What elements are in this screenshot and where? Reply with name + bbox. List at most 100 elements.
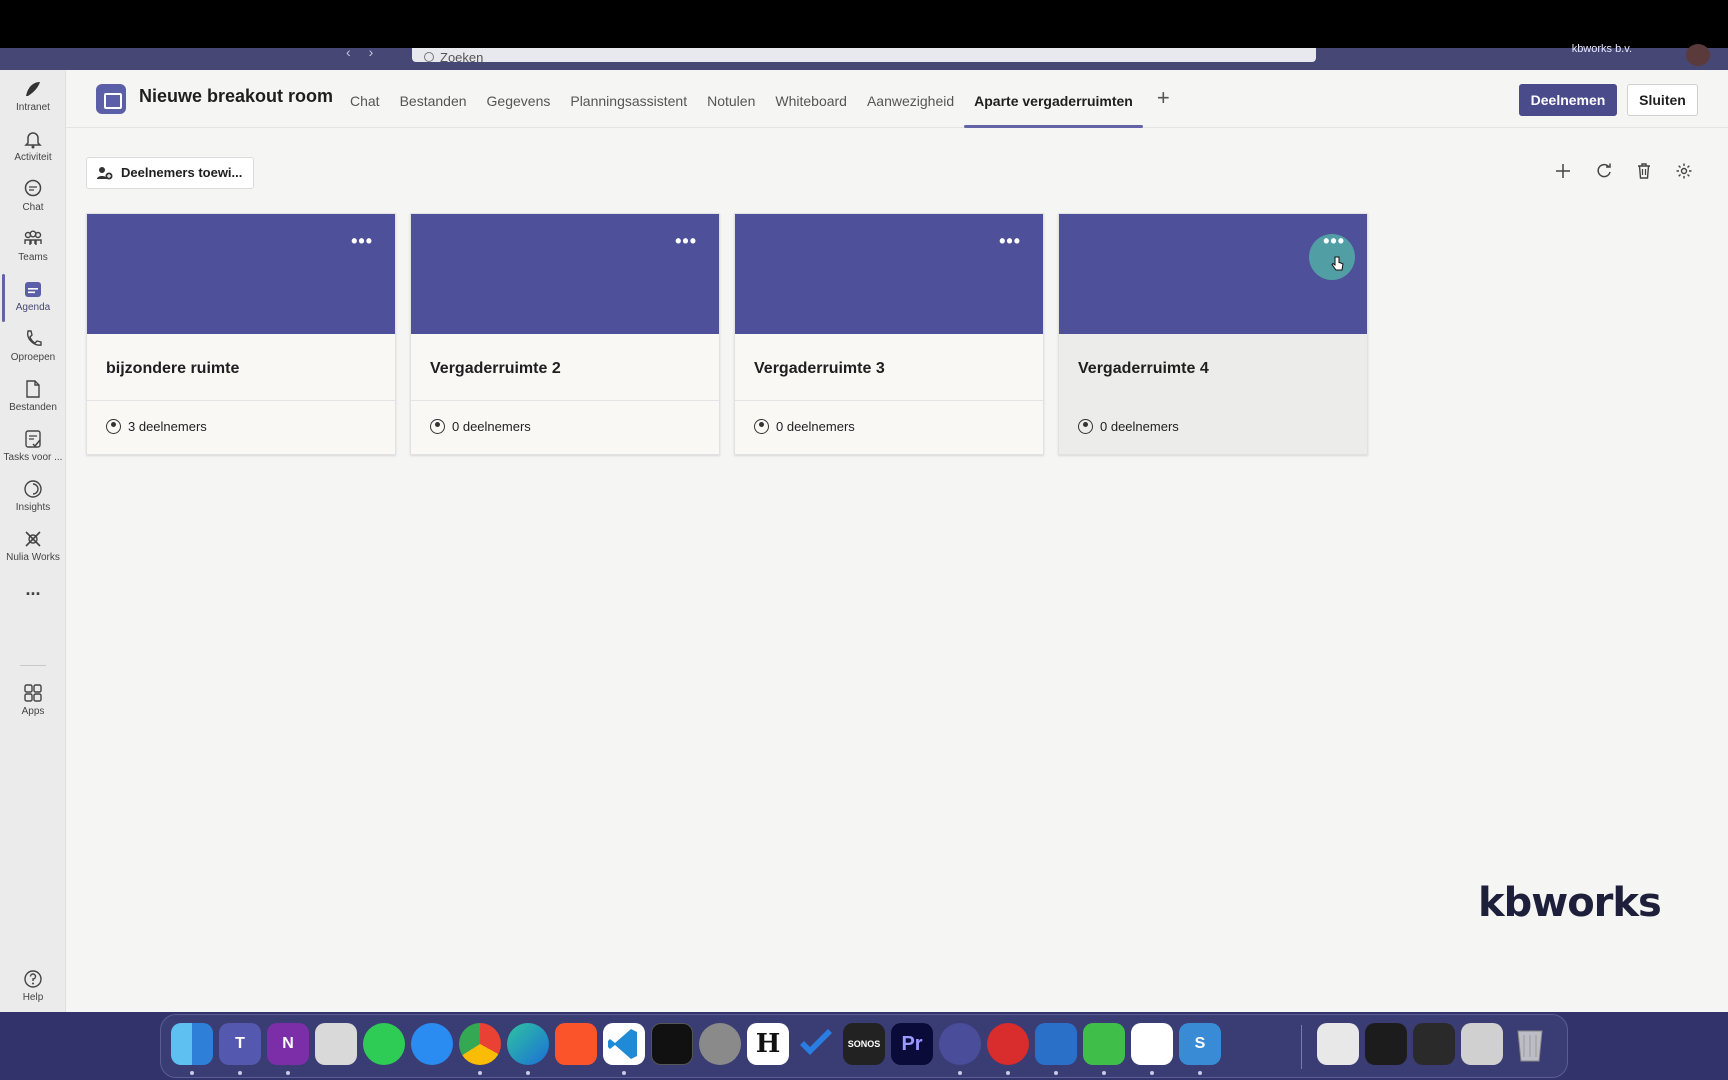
rail-item-intranet[interactable]: Intranet — [0, 78, 66, 128]
finder-icon[interactable] — [171, 1023, 213, 1065]
back-arrow-icon[interactable]: ‹ — [346, 44, 351, 60]
hand-cursor-icon — [1331, 256, 1344, 271]
add-room-button[interactable] — [1550, 158, 1576, 184]
sonos-icon[interactable]: SONOS — [843, 1023, 885, 1065]
refresh-icon — [1597, 163, 1611, 178]
github-desktop-icon[interactable] — [939, 1023, 981, 1065]
tab-breakout-rooms[interactable]: Aparte vergaderruimten — [964, 70, 1143, 128]
system-preferences-icon[interactable] — [699, 1023, 741, 1065]
chrome-icon[interactable] — [459, 1023, 501, 1065]
remote-desktop-icon[interactable] — [987, 1023, 1029, 1065]
rail-label: Agenda — [15, 302, 51, 313]
room-card[interactable]: ••• Vergaderruimte 2 0 deelnemers — [410, 213, 720, 455]
window-thumbnail-icon[interactable] — [1413, 1023, 1455, 1065]
rail-item-apps[interactable]: Apps — [0, 682, 66, 732]
recreate-rooms-button[interactable] — [1591, 158, 1617, 184]
tab-bar: Chat Bestanden Gegevens Planningsassiste… — [340, 70, 1184, 128]
assign-participants-label: Deelnemers toewi... — [121, 165, 243, 180]
gear-icon — [1676, 163, 1692, 179]
onenote-icon[interactable]: N — [267, 1023, 309, 1065]
window-thumbnail-icon[interactable] — [1365, 1023, 1407, 1065]
app-icon[interactable] — [1131, 1023, 1173, 1065]
premiere-icon[interactable]: Pr — [891, 1023, 933, 1065]
trash-bin-icon[interactable] — [1509, 1023, 1551, 1065]
rail-more-button[interactable]: ... — [0, 580, 66, 632]
edge-icon[interactable] — [507, 1023, 549, 1065]
teams-app-icon[interactable]: T — [219, 1023, 261, 1065]
rail-item-nulia[interactable]: Nulia Works — [0, 528, 66, 578]
terminal-icon[interactable] — [651, 1023, 693, 1065]
calendar-icon — [25, 282, 41, 297]
rail-item-agenda[interactable]: Agenda — [0, 274, 66, 328]
divider — [1059, 400, 1367, 401]
rail-label: Bestanden — [9, 402, 57, 413]
tab-chat[interactable]: Chat — [340, 70, 390, 128]
tab-attendance[interactable]: Aanwezigheid — [857, 70, 964, 128]
whatsapp-icon[interactable] — [363, 1023, 405, 1065]
participants-count: 0 deelnemers — [1100, 419, 1179, 434]
search-input[interactable]: Zoeken — [412, 48, 1316, 62]
hemingway-icon[interactable]: H — [747, 1023, 789, 1065]
assign-participants-button[interactable]: Deelnemers toewi... — [86, 157, 254, 189]
room-more-options-icon[interactable]: ••• — [999, 232, 1021, 250]
forward-arrow-icon[interactable]: › — [369, 44, 374, 60]
room-more-options-icon[interactable]: ••• — [675, 232, 697, 250]
history-nav[interactable]: ‹ › — [346, 45, 391, 59]
brave-icon[interactable] — [555, 1023, 597, 1065]
kbworks-logo: kbworks — [1478, 880, 1662, 926]
rail-item-activity[interactable]: Activiteit — [0, 128, 66, 178]
running-indicator — [958, 1071, 962, 1075]
camtasia-icon[interactable] — [1083, 1023, 1125, 1065]
rail-item-insights[interactable]: Insights — [0, 478, 66, 528]
tab-notes[interactable]: Notulen — [697, 70, 765, 128]
vscode-icon[interactable] — [603, 1023, 645, 1065]
room-settings-button[interactable] — [1671, 158, 1697, 184]
participants-count: 0 deelnemers — [452, 419, 531, 434]
running-indicator — [622, 1071, 626, 1075]
person-icon — [106, 419, 121, 434]
rail-item-tasks[interactable]: Tasks voor ... — [0, 428, 66, 478]
document-thumbnail-icon[interactable] — [1317, 1023, 1359, 1065]
room-more-options-icon[interactable]: ••• — [351, 232, 373, 250]
participants-count: 0 deelnemers — [776, 419, 855, 434]
window-thumbnail-icon[interactable] — [1461, 1023, 1503, 1065]
close-button[interactable]: Sluiten — [1627, 84, 1698, 116]
join-button[interactable]: Deelnemen — [1519, 84, 1617, 116]
room-name: Vergaderruimte 3 — [754, 360, 885, 377]
safari-icon[interactable] — [411, 1023, 453, 1065]
s-app-icon[interactable]: S — [1179, 1023, 1221, 1065]
rail-label: Insights — [15, 502, 51, 513]
rail-label: Chat — [22, 202, 44, 213]
tab-scheduling-assistant[interactable]: Planningsassistent — [560, 70, 697, 128]
rail-item-files[interactable]: Bestanden — [0, 378, 66, 428]
person-icon — [754, 419, 769, 434]
tab-details[interactable]: Gegevens — [477, 70, 561, 128]
help-icon — [24, 970, 42, 988]
running-indicator — [478, 1071, 482, 1075]
bell-icon — [24, 132, 42, 149]
todo-icon[interactable] — [795, 1023, 837, 1065]
launchpad-icon[interactable] — [315, 1023, 357, 1065]
add-tab-button[interactable]: + — [1143, 70, 1184, 128]
rail-item-teams[interactable]: Teams — [0, 228, 66, 278]
rail-item-help[interactable]: Help — [0, 968, 66, 1018]
rail-label: Intranet — [16, 102, 50, 113]
tab-whiteboard[interactable]: Whiteboard — [765, 70, 857, 128]
running-indicator — [526, 1071, 530, 1075]
tab-files[interactable]: Bestanden — [390, 70, 477, 128]
delete-rooms-button[interactable] — [1631, 158, 1657, 184]
trash-icon — [1638, 163, 1650, 179]
nulia-icon — [25, 531, 41, 547]
avatar[interactable] — [1686, 44, 1710, 66]
room-more-options-icon[interactable]: ••• — [1323, 232, 1345, 250]
teams-app: Intranet Activiteit Chat Teams Agenda Op… — [0, 70, 1728, 1012]
room-card[interactable]: ••• bijzondere ruimte 3 deelnemers — [86, 213, 396, 455]
rail-item-calls[interactable]: Oproepen — [0, 328, 66, 378]
page-title: Nieuwe breakout room — [139, 86, 334, 106]
person-icon — [1078, 419, 1093, 434]
room-card[interactable]: ••• Vergaderruimte 4 0 deelnemers — [1058, 213, 1368, 455]
file-icon — [26, 380, 40, 398]
room-card[interactable]: ••• Vergaderruimte 3 0 deelnemers — [734, 213, 1044, 455]
parallels-icon[interactable] — [1035, 1023, 1077, 1065]
rail-item-chat[interactable]: Chat — [0, 178, 66, 228]
